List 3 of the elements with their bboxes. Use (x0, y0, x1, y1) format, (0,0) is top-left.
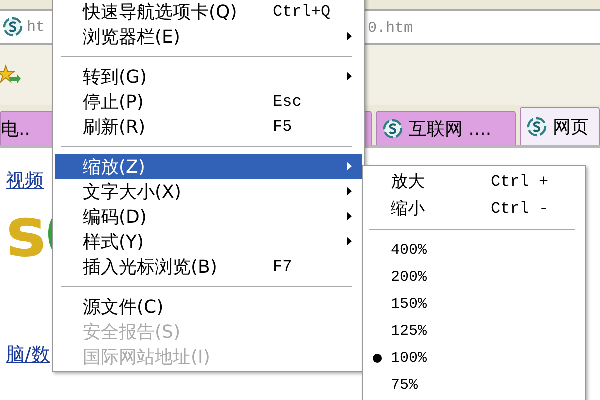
url-text: ht (27, 18, 46, 36)
site-logo: s (6, 194, 46, 274)
url-text: 0.htm (368, 20, 414, 37)
